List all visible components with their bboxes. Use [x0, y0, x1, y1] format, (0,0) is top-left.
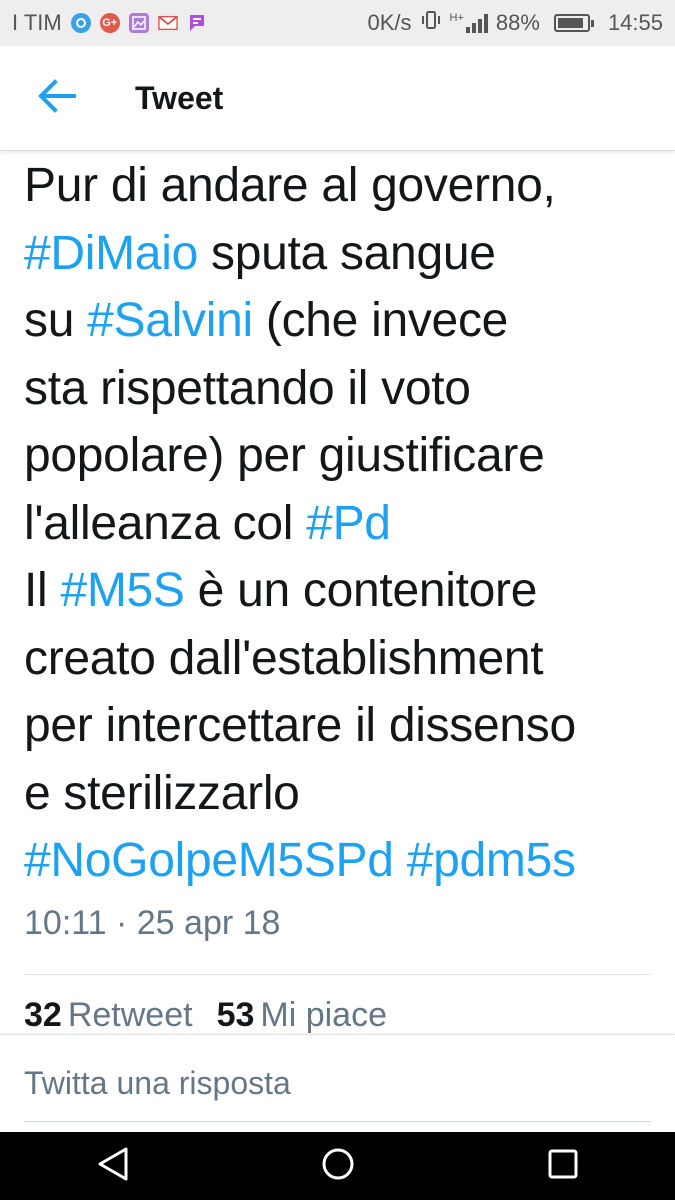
retweets-stat[interactable]: 32 Retweet: [24, 996, 193, 1035]
network-type-label: H+: [449, 12, 464, 24]
signal-strength-icon: H+: [450, 13, 488, 33]
retweet-count: 32: [24, 996, 62, 1034]
likes-stat[interactable]: 53 Mi piace: [217, 996, 387, 1035]
tweet-text-segment: Il: [24, 564, 61, 617]
flag-app-icon: [187, 13, 207, 33]
tweet-text-segment: l'alleanza col: [24, 496, 307, 550]
tweet-text-segment: sta rispettando il voto: [24, 361, 471, 415]
tweet-line: #NoGolpeM5SPd #pdm5s: [24, 827, 664, 895]
tweet-text-segment: [394, 834, 407, 887]
hashtag-link[interactable]: #Salvini: [87, 294, 253, 347]
tweet-stats: 32 Retweet 53 Mi piace: [24, 996, 411, 1036]
tweet-line: Pur di andare al governo,: [24, 152, 664, 220]
vibrate-icon: [420, 9, 442, 37]
google-plus-icon: G+: [99, 13, 120, 33]
tweet-text-segment: creato dall'establishment: [24, 631, 544, 685]
circle-home-icon: [320, 1146, 356, 1187]
app-bar: Tweet: [0, 46, 675, 151]
carrier-label: I TIM: [12, 10, 62, 35]
tweet-line: sta rispettando il voto: [24, 355, 664, 423]
like-count: 53: [216, 996, 255, 1034]
nav-home-button[interactable]: [298, 1136, 378, 1196]
tweet-line: e sterilizzarlo: [24, 760, 664, 828]
tweet-text-segment: popolare) per giustificare: [24, 429, 545, 482]
tweet-text-segment: è un contenitore: [184, 564, 538, 617]
hashtag-link[interactable]: #NoGolpeM5SPd: [24, 834, 394, 887]
nav-recents-button[interactable]: [523, 1136, 603, 1196]
battery-percent: 88%: [495, 10, 540, 35]
clock: 14:55: [607, 10, 663, 35]
tweet-line: per intercettare il dissenso: [24, 692, 664, 760]
tweet-text-segment: per intercettare il dissenso: [24, 699, 576, 752]
square-recents-icon: [547, 1148, 579, 1185]
retweet-label: Retweet: [67, 996, 193, 1034]
tweet-text: Pur di andare al governo, #DiMaio sputa s…: [24, 152, 664, 895]
back-button[interactable]: [27, 68, 87, 128]
tweet-text-segment: Pur di andare al governo,: [24, 159, 556, 212]
hashtag-link[interactable]: #pdm5s: [407, 834, 576, 887]
gallery-icon: [128, 13, 149, 33]
arrow-left-icon: [38, 78, 76, 118]
hashtag-link[interactable]: #M5S: [60, 564, 185, 617]
tweet-line: Il #M5S è un contenitore: [24, 557, 664, 625]
tweet-timestamp: 10:11 · 25 apr 18: [24, 904, 281, 942]
tweet-text-segment: (che invece: [252, 294, 509, 347]
divider: [24, 974, 651, 975]
page-title: Tweet: [135, 79, 224, 116]
hashtag-link[interactable]: #DiMaio: [24, 227, 198, 280]
status-bar: I TIM G+ 0K/s H+ 88% 14:55: [0, 0, 675, 46]
system-nav-bar: [0, 1132, 675, 1200]
tweet-text-segment: sputa sangue: [197, 226, 496, 280]
nav-back-button[interactable]: [73, 1136, 153, 1196]
battery-icon: [553, 14, 594, 32]
triangle-back-icon: [96, 1146, 130, 1187]
reply-input[interactable]: Twitta una risposta: [24, 1065, 291, 1102]
reply-input-underline: [24, 1121, 651, 1122]
tweet-text-segment: e sterilizzarlo: [24, 766, 300, 820]
tweet-line: su #Salvini (che invece: [24, 287, 664, 355]
tweet-line: #DiMaio sputa sangue: [24, 220, 664, 288]
circle-app-icon: [70, 13, 91, 33]
reply-bar: Twitta una risposta: [0, 1034, 675, 1133]
hashtag-link[interactable]: #Pd: [306, 497, 391, 550]
tweet-text-segment: su: [24, 294, 88, 347]
tweet-line: l'alleanza col #Pd: [24, 490, 664, 558]
gmail-icon: [157, 13, 178, 33]
tweet-line: popolare) per giustificare: [24, 422, 664, 490]
tweet-line: creato dall'establishment: [24, 625, 664, 693]
like-label: Mi piace: [260, 996, 387, 1034]
network-speed: 0K/s: [367, 10, 412, 35]
